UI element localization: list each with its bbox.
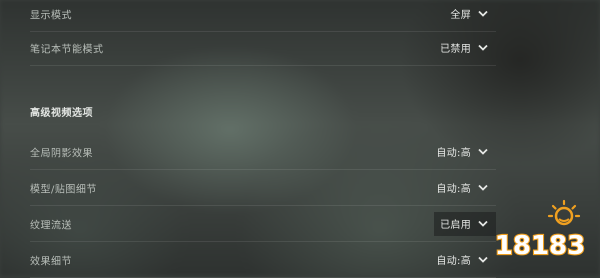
chevron-down-icon (478, 256, 488, 263)
setting-row-model-texture-detail: 模型/贴图细节 自动:高 (30, 170, 496, 206)
dropdown-value: 自动:高 (436, 184, 471, 195)
setting-row-global-shadow: 全局阴影效果 自动:高 (30, 134, 496, 170)
dropdown-value: 自动:高 (436, 148, 471, 159)
chevron-down-icon (478, 148, 488, 155)
dropdown-value: 全屏 (450, 10, 471, 21)
advanced-video-section-title: 高级视频选项 (30, 108, 93, 119)
chevron-down-icon (478, 184, 488, 191)
setting-row-display-mode: 显示模式 全屏 (30, 0, 496, 32)
watermark-logo: 18183 (494, 199, 586, 262)
setting-label: 效果细节 (30, 256, 72, 267)
dropdown-value: 已启用 (440, 220, 471, 231)
chevron-down-icon (478, 10, 488, 17)
setting-row-texture-streaming: 纹理流送 已启用 (30, 206, 496, 242)
chevron-down-icon (478, 44, 488, 51)
dropdown-value: 已禁用 (440, 44, 471, 55)
setting-row-effects-detail: 效果细节 自动:高 (30, 242, 496, 278)
laptop-power-saving-dropdown[interactable]: 已禁用 (434, 36, 496, 60)
setting-label: 全局阴影效果 (30, 148, 93, 159)
texture-streaming-dropdown[interactable]: 已启用 (434, 211, 496, 236)
chevron-down-icon (478, 220, 488, 227)
effects-detail-dropdown[interactable]: 自动:高 (430, 248, 496, 272)
sun-icon (547, 199, 581, 226)
display-mode-dropdown[interactable]: 全屏 (444, 2, 496, 26)
setting-label: 纹理流送 (30, 220, 72, 231)
setting-row-laptop-power-saving: 笔记本节能模式 已禁用 (30, 30, 496, 66)
watermark-text: 18183 (495, 231, 585, 261)
setting-label: 笔记本节能模式 (30, 44, 104, 55)
global-shadow-dropdown[interactable]: 自动:高 (430, 140, 496, 164)
setting-label: 模型/贴图细节 (30, 184, 97, 195)
dropdown-value: 自动:高 (436, 256, 471, 267)
model-texture-detail-dropdown[interactable]: 自动:高 (430, 176, 496, 200)
setting-label: 显示模式 (30, 10, 72, 21)
